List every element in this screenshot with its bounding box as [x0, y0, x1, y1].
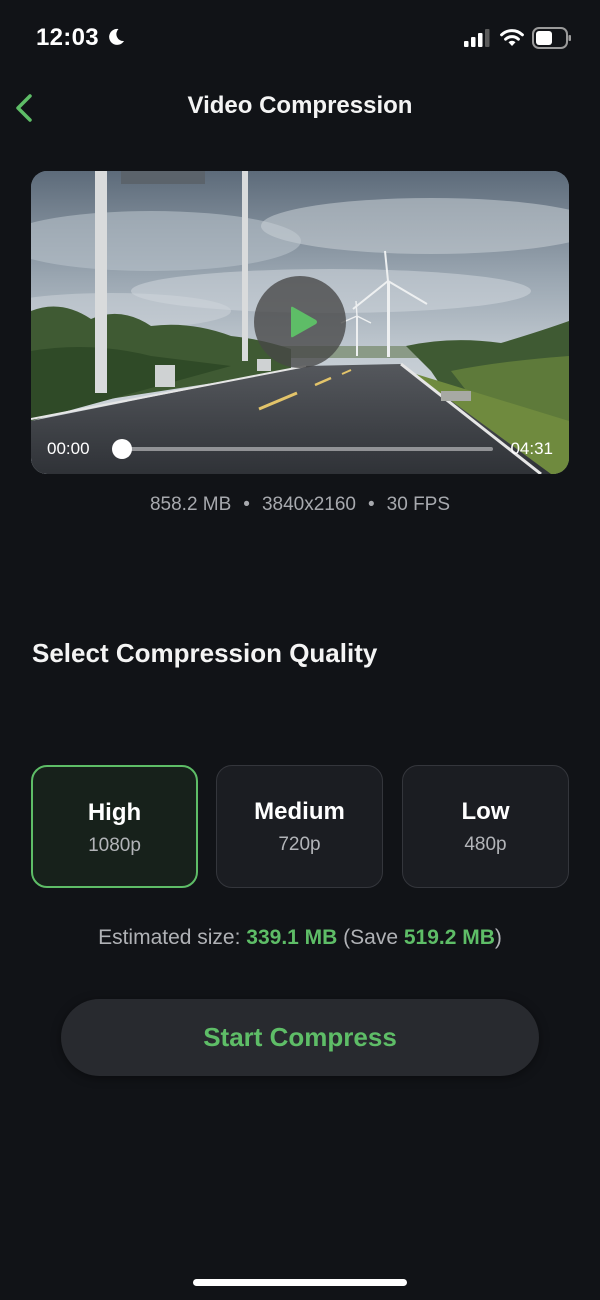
quality-label: High — [87, 799, 142, 826]
page-title: Video Compression — [187, 92, 413, 119]
quality-resolution: 720p — [278, 834, 321, 855]
total-time: 04:31 — [510, 439, 553, 458]
nav-bar: Video Compression — [0, 78, 600, 138]
wifi-icon — [500, 29, 524, 46]
quality-resolution: 480p — [464, 834, 507, 855]
saved-size-value: 519.2 MB — [403, 926, 495, 949]
estimate-suffix: ) — [494, 926, 502, 949]
scrubber-thumb[interactable] — [112, 439, 132, 459]
save-prefix: (Save — [337, 926, 404, 949]
moon-icon — [109, 28, 124, 45]
start-compress-button[interactable]: Start Compress — [61, 999, 539, 1076]
status-time: 12:03 — [36, 24, 99, 51]
quality-label: Medium — [254, 798, 345, 825]
status-bar: 12:03 — [0, 0, 600, 78]
quality-label: Low — [461, 798, 510, 825]
play-button[interactable] — [254, 276, 346, 368]
meta-separator: • — [368, 494, 375, 515]
battery-icon — [532, 27, 571, 49]
meta-separator: • — [243, 494, 250, 515]
video-meta: 858.2 MB • 3840x2160 • 30 FPS — [0, 494, 600, 516]
video-resolution: 3840x2160 — [261, 494, 356, 515]
video-player[interactable]: 00:00 04:31 — [31, 171, 569, 474]
home-indicator — [193, 1279, 407, 1286]
scrubber-track[interactable] — [121, 447, 493, 451]
section-title: Select Compression Quality — [32, 638, 378, 668]
start-compress-label: Start Compress — [203, 1022, 397, 1052]
file-size: 858.2 MB — [149, 494, 232, 515]
estimated-size-value: 339.1 MB — [246, 926, 338, 949]
play-icon — [291, 306, 317, 338]
signal-icon — [464, 29, 490, 47]
frame-rate: 30 FPS — [386, 494, 451, 515]
quality-option-high[interactable]: High 1080p — [31, 765, 198, 888]
quality-option-low[interactable]: Low 480p — [402, 765, 569, 888]
estimate-prefix: Estimated size: — [98, 926, 247, 949]
quality-resolution: 1080p — [88, 835, 141, 856]
quality-option-medium[interactable]: Medium 720p — [216, 765, 383, 888]
video-compression-screen: 12:03 Video Compression 00:00 04:31 858.… — [0, 0, 600, 1300]
estimated-size: Estimated size: 339.1 MB (Save 519.2 MB) — [0, 926, 600, 950]
current-time: 00:00 — [47, 439, 90, 458]
